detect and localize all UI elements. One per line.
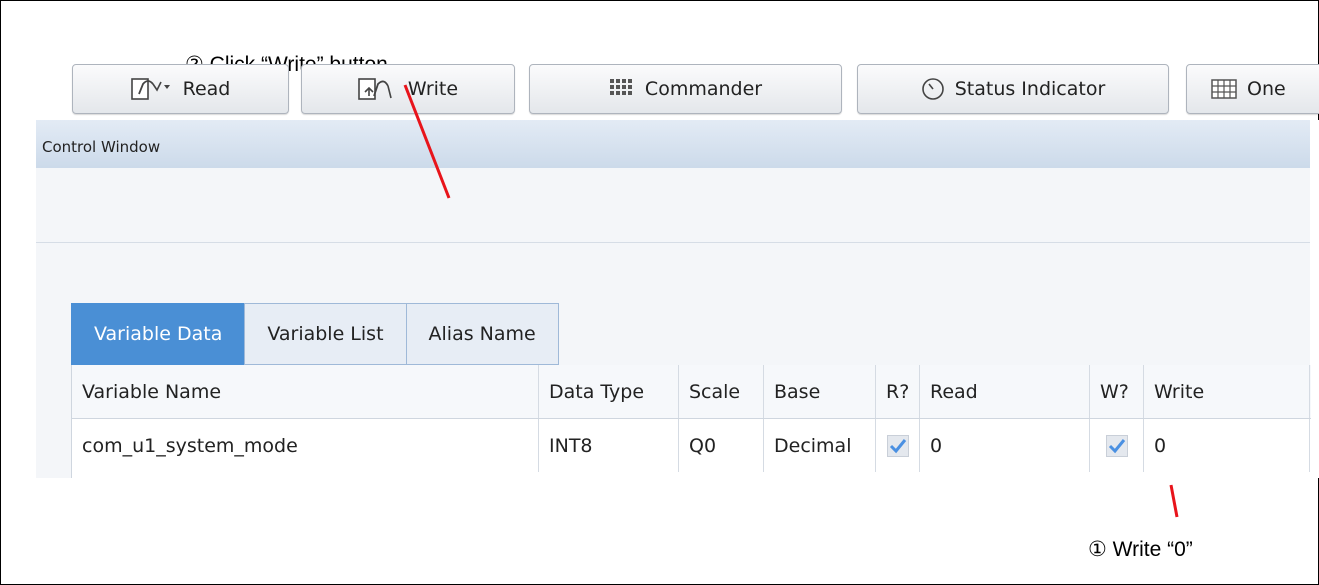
checkmark-icon	[889, 438, 906, 453]
commander-button[interactable]: Commander	[529, 64, 842, 114]
tab-bar: Variable Data Variable List Alias Name	[71, 303, 559, 365]
write-checkbox[interactable]	[1105, 434, 1128, 457]
window-clip	[1310, 120, 1319, 478]
header-read-flag[interactable]: R?	[876, 365, 920, 418]
grid-header-row: Variable Name Data Type Scale Base R? Re…	[72, 365, 1311, 419]
cell-base[interactable]: Decimal	[764, 419, 876, 472]
write-button-label: Write	[407, 78, 459, 100]
write-button[interactable]: Write	[301, 64, 515, 114]
header-base[interactable]: Base	[764, 365, 876, 418]
cell-variable-name[interactable]: com_u1_system_mode	[72, 419, 539, 472]
header-data-type[interactable]: Data Type	[539, 365, 679, 418]
cell-write-flag[interactable]	[1090, 419, 1144, 472]
tab-variable-data[interactable]: Variable Data	[71, 303, 245, 365]
window-title: Control Window	[42, 138, 161, 156]
cell-write[interactable]: 0	[1144, 419, 1310, 472]
status-indicator-button[interactable]: Status Indicator	[857, 64, 1169, 114]
header-scale[interactable]: Scale	[679, 365, 764, 418]
commander-button-label: Commander	[644, 78, 763, 100]
tab-variable-list[interactable]: Variable List	[244, 303, 406, 365]
read-icon	[130, 76, 173, 102]
one-button-label: One	[1247, 78, 1286, 100]
read-button-label: Read	[182, 78, 231, 100]
table-icon	[1211, 79, 1237, 99]
cell-read-flag[interactable]	[876, 419, 920, 472]
cell-scale[interactable]: Q0	[679, 419, 764, 472]
read-button[interactable]: Read	[72, 64, 289, 114]
one-button[interactable]: One	[1186, 64, 1319, 114]
write-icon	[358, 76, 398, 102]
header-variable-name[interactable]: Variable Name	[72, 365, 539, 418]
tab-alias-name[interactable]: Alias Name	[405, 303, 559, 365]
read-checkbox[interactable]	[886, 434, 909, 457]
status-indicator-button-label: Status Indicator	[954, 78, 1106, 100]
checkmark-icon	[1108, 438, 1125, 453]
header-write-flag[interactable]: W?	[1090, 365, 1144, 418]
window-titlebar: Control Window	[36, 120, 1310, 168]
variable-grid: Variable Name Data Type Scale Base R? Re…	[71, 365, 1311, 478]
header-read[interactable]: Read	[920, 365, 1090, 418]
cell-read[interactable]: 0	[920, 419, 1090, 472]
status-indicator-icon	[921, 77, 945, 101]
annotation-step1: ① Write “0”	[1088, 538, 1193, 561]
cell-data-type[interactable]: INT8	[539, 419, 679, 472]
toolbar-separator	[36, 242, 1310, 243]
header-write[interactable]: Write	[1144, 365, 1310, 418]
commander-grid-icon	[609, 78, 635, 100]
table-row[interactable]: com_u1_system_mode INT8 Q0 Decimal 0 0	[72, 419, 1311, 472]
